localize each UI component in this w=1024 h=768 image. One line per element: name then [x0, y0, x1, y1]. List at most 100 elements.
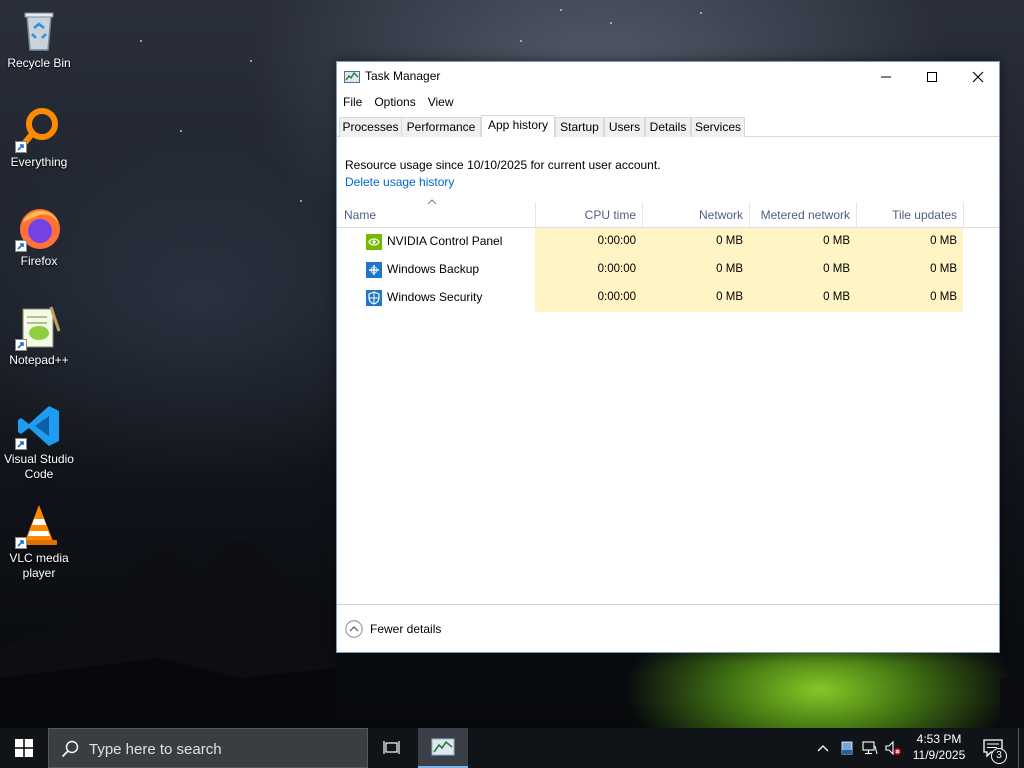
- show-desktop-button[interactable]: [1018, 728, 1024, 768]
- star: [140, 40, 142, 42]
- desktop-icon-notepad-plus-plus[interactable]: Notepad++: [2, 303, 76, 368]
- everything-search-icon: [15, 105, 63, 153]
- star: [610, 22, 612, 24]
- vscode-icon: [15, 402, 63, 450]
- column-header-metered-network[interactable]: Metered network: [749, 202, 850, 228]
- tile-updates-cell: 0 MB: [856, 228, 963, 256]
- nvidia-icon: [366, 234, 382, 250]
- chevron-up-circle-icon[interactable]: [345, 620, 363, 638]
- tab-details[interactable]: Details: [645, 117, 691, 137]
- menu-view[interactable]: View: [422, 92, 460, 112]
- star: [250, 60, 252, 62]
- tab-app-history[interactable]: App history: [481, 115, 555, 137]
- notification-count-badge: 3: [991, 748, 1007, 764]
- app-name: NVIDIA Control Panel: [387, 234, 503, 248]
- close-icon: [972, 71, 984, 82]
- cpu-time-cell: 0:00:00: [535, 228, 642, 256]
- shortcut-arrow-icon: [15, 240, 27, 252]
- task-view-button[interactable]: [370, 728, 414, 768]
- windows-logo-icon: [15, 739, 33, 757]
- vlc-icon: [15, 501, 63, 549]
- taskbar-search-box[interactable]: Type here to search: [48, 728, 368, 768]
- network-cell: 0 MB: [642, 228, 749, 256]
- column-header-tile-updates[interactable]: Tile updates: [856, 202, 957, 228]
- column-header-cpu-time[interactable]: CPU time: [535, 202, 636, 228]
- app-name: Windows Backup: [387, 262, 480, 276]
- app-name: Windows Security: [387, 290, 483, 304]
- network-icon[interactable]: [862, 740, 878, 756]
- search-icon: [61, 740, 79, 758]
- menu-bar: File Options View: [337, 92, 460, 112]
- tab-performance[interactable]: Performance: [401, 117, 481, 137]
- minimize-button[interactable]: [863, 62, 909, 91]
- metered-network-cell: 0 MB: [749, 256, 856, 284]
- desktop-icon-vlc[interactable]: VLC media player: [2, 501, 76, 581]
- start-button[interactable]: [0, 728, 48, 768]
- tab-processes[interactable]: Processes: [339, 117, 402, 137]
- footer-bar: Fewer details: [337, 604, 999, 652]
- star: [560, 9, 562, 11]
- notepad-plus-plus-icon: [15, 303, 63, 351]
- star: [180, 130, 182, 132]
- desktop-icon-label: VLC media player: [9, 551, 69, 580]
- shortcut-arrow-icon: [15, 438, 27, 450]
- fewer-details-button[interactable]: Fewer details: [370, 622, 441, 636]
- shortcut-arrow-icon: [15, 141, 27, 153]
- tab-startup[interactable]: Startup: [555, 117, 604, 137]
- tab-users[interactable]: Users: [604, 117, 645, 137]
- menu-file[interactable]: File: [337, 92, 368, 112]
- clock-date: 11/9/2025: [912, 748, 966, 762]
- maximize-icon: [927, 71, 937, 82]
- windows-security-icon: [366, 290, 382, 306]
- column-header-name[interactable]: Name: [344, 202, 376, 228]
- column-header-row: Name CPU time Network Metered network Ti…: [337, 202, 999, 228]
- firefox-icon: [15, 204, 63, 252]
- taskbar: Type here to search 4:53 PM 11/9/2025 3: [0, 728, 1024, 768]
- star: [520, 40, 522, 42]
- chevron-up-icon[interactable]: [815, 740, 831, 756]
- task-manager-icon: [431, 738, 455, 756]
- desktop-icon-vscode[interactable]: Visual Studio Code: [2, 402, 76, 482]
- task-manager-icon: [344, 71, 360, 83]
- star: [700, 12, 702, 14]
- table-row[interactable]: Windows Security 0:00:00 0 MB 0 MB 0 MB: [337, 284, 999, 312]
- desktop-icon-label: Notepad++: [9, 353, 69, 367]
- tile-updates-cell: 0 MB: [856, 256, 963, 284]
- task-manager-window: Task Manager File Options View Processes…: [336, 61, 1000, 653]
- maximize-button[interactable]: [909, 62, 955, 91]
- tab-services[interactable]: Services: [691, 117, 745, 137]
- column-divider[interactable]: [963, 202, 964, 228]
- network-cell: 0 MB: [642, 284, 749, 312]
- shortcut-arrow-icon: [15, 339, 27, 351]
- clock-time: 4:53 PM: [916, 732, 962, 746]
- windows-backup-icon: [366, 262, 382, 278]
- metered-network-cell: 0 MB: [749, 284, 856, 312]
- desktop-icon-recycle-bin[interactable]: Recycle Bin: [2, 6, 76, 71]
- network-cell: 0 MB: [642, 256, 749, 284]
- cpu-time-cell: 0:00:00: [535, 256, 642, 284]
- recycle-bin-icon: [15, 6, 63, 54]
- usage-info-text: Resource usage since 10/10/2025 for curr…: [345, 158, 661, 172]
- desktop-icon-firefox[interactable]: Firefox: [2, 204, 76, 269]
- volume-muted-icon[interactable]: [885, 740, 901, 756]
- star: [300, 200, 302, 202]
- desktop-icon-everything[interactable]: Everything: [2, 105, 76, 170]
- title-bar[interactable]: Task Manager: [337, 62, 999, 91]
- taskbar-task-manager-button[interactable]: [418, 728, 468, 768]
- desktop-icon-label: Visual Studio Code: [4, 452, 74, 481]
- tab-strip: Processes Performance App history Startu…: [337, 115, 999, 137]
- menu-options[interactable]: Options: [368, 92, 421, 112]
- storage-icon[interactable]: [839, 740, 855, 756]
- delete-usage-history-link[interactable]: Delete usage history: [345, 175, 454, 189]
- table-row[interactable]: NVIDIA Control Panel 0:00:00 0 MB 0 MB 0…: [337, 228, 999, 256]
- task-view-icon: [383, 741, 400, 754]
- desktop-icon-label: Firefox: [20, 254, 58, 268]
- desktop-icon-label: Recycle Bin: [7, 56, 71, 70]
- minimize-icon: [881, 76, 891, 77]
- window-title: Task Manager: [365, 69, 441, 83]
- system-clock[interactable]: 4:53 PM 11/9/2025: [906, 731, 972, 763]
- column-header-network[interactable]: Network: [642, 202, 743, 228]
- search-placeholder: Type here to search: [89, 741, 222, 758]
- close-button[interactable]: [955, 62, 1001, 91]
- table-row[interactable]: Windows Backup 0:00:00 0 MB 0 MB 0 MB: [337, 256, 999, 284]
